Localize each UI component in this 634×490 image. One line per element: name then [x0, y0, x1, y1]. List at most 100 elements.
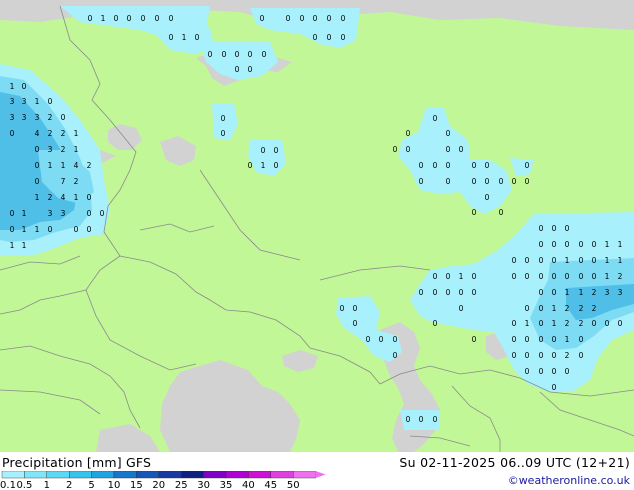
legend-swatch: [248, 471, 271, 479]
legend-swatch: [293, 471, 316, 479]
precip-value: 0: [286, 14, 291, 23]
precip-value: 0: [22, 82, 27, 91]
precip-value: 0: [472, 177, 477, 186]
map-title: Precipitation [mm] GFS: [2, 455, 152, 470]
precip-value: 1: [605, 272, 610, 281]
precip-value: 0: [579, 256, 584, 265]
precip-value: 0: [525, 161, 530, 170]
precip-value: 1: [552, 304, 557, 313]
precip-value: 0: [539, 319, 544, 328]
precip-value: 0: [222, 50, 227, 59]
legend-swatch: [24, 471, 47, 479]
precip-value: 0: [419, 161, 424, 170]
precip-value: 0: [552, 335, 557, 344]
precip-value: 0: [539, 351, 544, 360]
precip-value: 0: [525, 272, 530, 281]
precip-value: 1: [22, 241, 27, 250]
precip-value: 1: [10, 241, 15, 250]
precip-value: 1: [74, 145, 79, 154]
legend-label: 50: [287, 480, 300, 490]
precip-value: 2: [61, 145, 66, 154]
legend-label: 5: [88, 480, 94, 490]
precip-value: 0: [393, 351, 398, 360]
precip-value: 0: [313, 33, 318, 42]
precip-value: 0: [525, 367, 530, 376]
precip-value: 0: [274, 146, 279, 155]
precip-value: 0: [406, 145, 411, 154]
precip-value: 0: [262, 50, 267, 59]
precip-value: 1: [605, 240, 610, 249]
precip-value: 0: [512, 335, 517, 344]
precip-value: 0: [592, 319, 597, 328]
precip-value: 0: [87, 193, 92, 202]
precip-value: 0: [48, 225, 53, 234]
precip-value: 0: [552, 256, 557, 265]
credit-link[interactable]: ©weatheronline.co.uk: [508, 474, 630, 487]
precip-value: 0: [579, 240, 584, 249]
precip-value: 0: [88, 14, 93, 23]
precip-value: 0: [592, 256, 597, 265]
legend-label: 25: [175, 480, 188, 490]
precip-value: 0: [10, 209, 15, 218]
legend-swatch: [158, 471, 182, 479]
legend-swatch: [270, 471, 294, 479]
precip-value: 0: [512, 319, 517, 328]
precip-value: 0: [592, 240, 597, 249]
precip-value: 1: [579, 288, 584, 297]
precip-value: 0: [141, 14, 146, 23]
precip-value: 0: [35, 145, 40, 154]
precip-value: 0: [353, 304, 358, 313]
precip-value: 0: [327, 33, 332, 42]
precip-value: 1: [618, 240, 623, 249]
precip-value: 1: [35, 193, 40, 202]
precip-value: 0: [393, 335, 398, 344]
precip-value: 0: [393, 145, 398, 154]
precip-value: 0: [512, 256, 517, 265]
forecast-time: Su 02-11-2025 06..09 UTC (12+21): [399, 455, 630, 470]
precip-value: 1: [74, 193, 79, 202]
legend-swatch: [68, 471, 92, 479]
precip-value: 0: [433, 288, 438, 297]
legend-swatch: [203, 471, 227, 479]
precip-value: 0: [379, 335, 384, 344]
precip-value: 0: [446, 272, 451, 281]
precip-value: 0: [525, 256, 530, 265]
precipitation-map: 0100000000000010000000000010331033320042…: [0, 0, 634, 452]
precip-value: 0: [327, 14, 332, 23]
legend-label: 1: [44, 480, 50, 490]
precip-value: 2: [565, 304, 570, 313]
precip-value: 0: [87, 225, 92, 234]
precip-value: 0: [155, 14, 160, 23]
precip-value: 0: [419, 288, 424, 297]
precip-value: 0: [592, 272, 597, 281]
precip-value: 0: [446, 145, 451, 154]
precip-value: 4: [74, 161, 79, 170]
precip-value: 0: [552, 351, 557, 360]
precip-value: 0: [446, 161, 451, 170]
precip-value: 3: [605, 288, 610, 297]
precip-value: 0: [565, 240, 570, 249]
precip-value: 0: [579, 351, 584, 360]
precip-value: 0: [525, 304, 530, 313]
precip-value: 1: [459, 272, 464, 281]
precip-value: 2: [87, 161, 92, 170]
precip-value: 0: [48, 97, 53, 106]
legend-swatch: [136, 471, 159, 479]
precip-value: 0: [485, 177, 490, 186]
precip-value: 3: [61, 209, 66, 218]
precip-value: 0: [100, 209, 105, 218]
precip-value: 0: [221, 129, 226, 138]
precip-value: 0: [552, 224, 557, 233]
precip-value: 0: [235, 50, 240, 59]
precip-value: 0: [341, 33, 346, 42]
precip-value: 0: [539, 367, 544, 376]
precip-value: 1: [35, 97, 40, 106]
precip-value: 0: [539, 224, 544, 233]
precip-value: 0: [433, 319, 438, 328]
precip-value: 3: [618, 288, 623, 297]
legend-label: 40: [242, 480, 255, 490]
precip-value: 3: [48, 145, 53, 154]
precip-value: 0: [419, 177, 424, 186]
legend-swatch: [46, 471, 70, 479]
precip-value: 0: [274, 161, 279, 170]
